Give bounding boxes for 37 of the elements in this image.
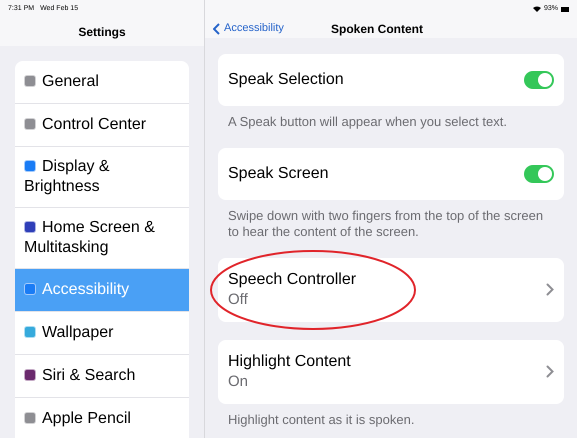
row-label: Speak Screen bbox=[228, 164, 329, 184]
toggle-switch[interactable] bbox=[524, 70, 554, 88]
sidebar-item-label: General bbox=[42, 73, 99, 90]
row-label: Speak Selection bbox=[228, 70, 344, 90]
settings-row[interactable]: Speech Controller Off bbox=[218, 258, 564, 322]
sidebar-item-label: Wallpaper bbox=[42, 324, 114, 341]
settings-row[interactable]: Speak Screen bbox=[218, 148, 564, 200]
settings-row[interactable]: Speak Selection bbox=[218, 54, 564, 106]
page-title: Spoken Content bbox=[331, 20, 423, 38]
sidebar-title: Settings bbox=[78, 24, 126, 40]
row-value: Off bbox=[228, 290, 249, 310]
toggle-switch[interactable] bbox=[524, 164, 554, 182]
sidebar-item[interactable]: Display & Brightness bbox=[15, 147, 189, 208]
sidebar-item-label: Accessibility bbox=[42, 281, 130, 298]
back-chevron-icon bbox=[213, 22, 220, 34]
sidebar-item[interactable]: Apple Pencil bbox=[15, 398, 189, 438]
sidebar-item[interactable]: Control Center bbox=[15, 104, 189, 147]
sidebar-item-label: Home Screen & Multitasking bbox=[24, 219, 155, 256]
battery-icon bbox=[561, 6, 569, 12]
sidebar-item-label: Display & Brightness bbox=[24, 158, 110, 195]
chevron-right-icon bbox=[546, 365, 554, 378]
sidebar-item-label: Apple Pencil bbox=[42, 410, 131, 427]
sidebar-item-label: Control Center bbox=[42, 116, 146, 133]
row-value: On bbox=[228, 372, 250, 392]
back-button[interactable]: Accessibility bbox=[213, 20, 331, 37]
sidebar-item[interactable]: Siri & Search bbox=[15, 355, 189, 398]
settings-row[interactable]: Highlight Content On bbox=[218, 340, 564, 404]
row-label: Highlight Content bbox=[228, 352, 351, 372]
sidebar-item[interactable]: General bbox=[15, 61, 189, 104]
wifi-icon bbox=[532, 6, 541, 12]
row-footer-text: Highlight content as it is spoken. bbox=[227, 410, 416, 428]
sidebar-item[interactable]: Wallpaper bbox=[15, 312, 189, 355]
row-footer-text: Swipe down with two fingers from the top of the screen to hear the content of the screen. bbox=[227, 206, 544, 240]
row-footer-text: A Speak button will appear when you select text. bbox=[227, 112, 508, 130]
row-label: Speech Controller bbox=[228, 270, 356, 290]
sidebar-item-label: Siri & Search bbox=[42, 367, 136, 384]
chevron-right-icon bbox=[546, 283, 554, 296]
